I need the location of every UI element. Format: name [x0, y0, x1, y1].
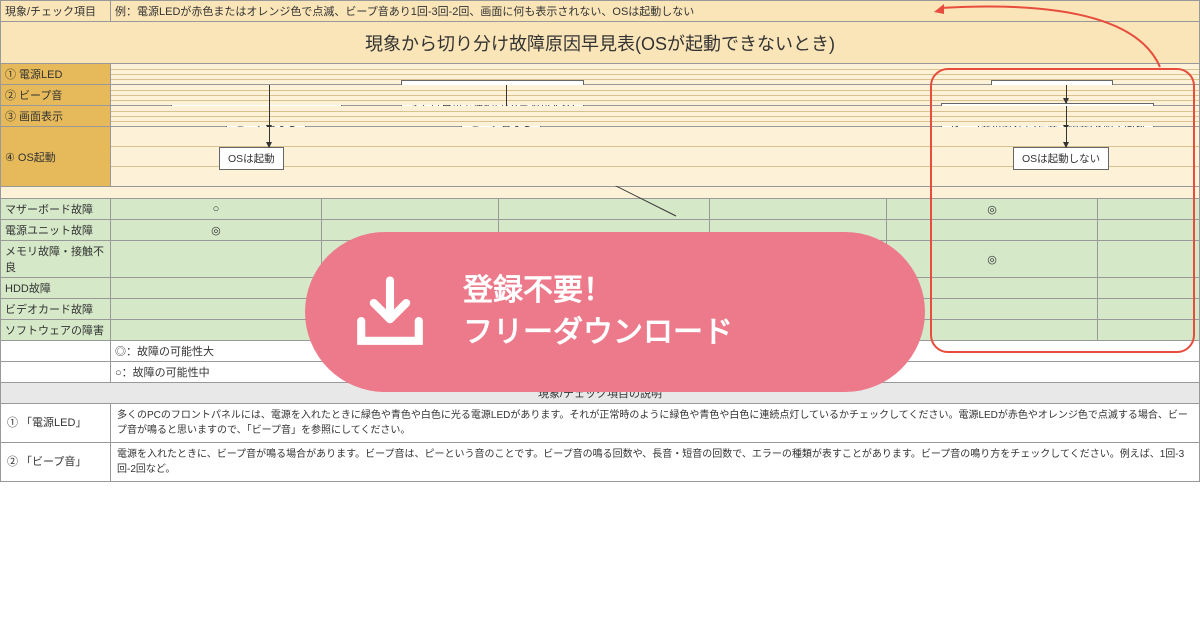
section-1-label: ① 電源LED [1, 64, 111, 85]
page-title: 現象から切り分け故障原因早見表(OSが起動できないとき) [1, 22, 1200, 64]
fault-2: メモリ故障・接触不良 [1, 241, 111, 278]
section-3-flow: 画面に何も表示されな 画面に何も表示されない [111, 106, 1200, 127]
box-os1: OSは起動 [219, 147, 284, 170]
section-2-label: ② ビープ音 [1, 85, 111, 106]
exp-1-label: ② 「ビープ音」 [1, 443, 111, 482]
fault-1: 電源ユニット故障 [1, 220, 111, 241]
header-left: 現象/チェック項目 [1, 1, 111, 22]
section-4-label: ④ OS起動 [1, 127, 111, 187]
download-button[interactable]: 登録不要！ フリーダウンロード [305, 232, 925, 392]
section-2-flow: ビープ音なし ビープ音なし ビープ音ありビープ音の鳴り方(長音・短音)と鳴る回数 [111, 85, 1200, 106]
header-example: 例：電源LEDが赤色またはオレンジ色で点滅、ビープ音あり1回-3回-2回、画面に… [111, 1, 1200, 22]
section-3-label: ③ 画面表示 [1, 106, 111, 127]
fault-5: ソフトウェアの障害 [1, 320, 111, 341]
exp-1-text: 電源を入れたときに、ビープ音が鳴る場合があります。ビープ音は、ピーという音のこと… [111, 443, 1200, 482]
fault-4: ビデオカード故障 [1, 299, 111, 320]
section-1-flow: 電源LEDが消灯(電源が入らない) 電源LEDが緑色または青色または白色で連続点… [111, 64, 1200, 85]
exp-0-label: ① 「電源LED」 [1, 404, 111, 443]
download-icon [345, 267, 435, 357]
exp-0-text: 多くのPCのフロントパネルには、電源を入れたときに緑色や青色や白色に光る電源LE… [111, 404, 1200, 443]
fault-0: マザーボード故障 [1, 199, 111, 220]
download-text: 登録不要！ フリーダウンロード [463, 270, 733, 354]
section-4-flow: OSは起動 OSは起動しない [111, 127, 1200, 187]
fault-3: HDD故障 [1, 278, 111, 299]
box-os2: OSは起動しない [1013, 147, 1109, 170]
